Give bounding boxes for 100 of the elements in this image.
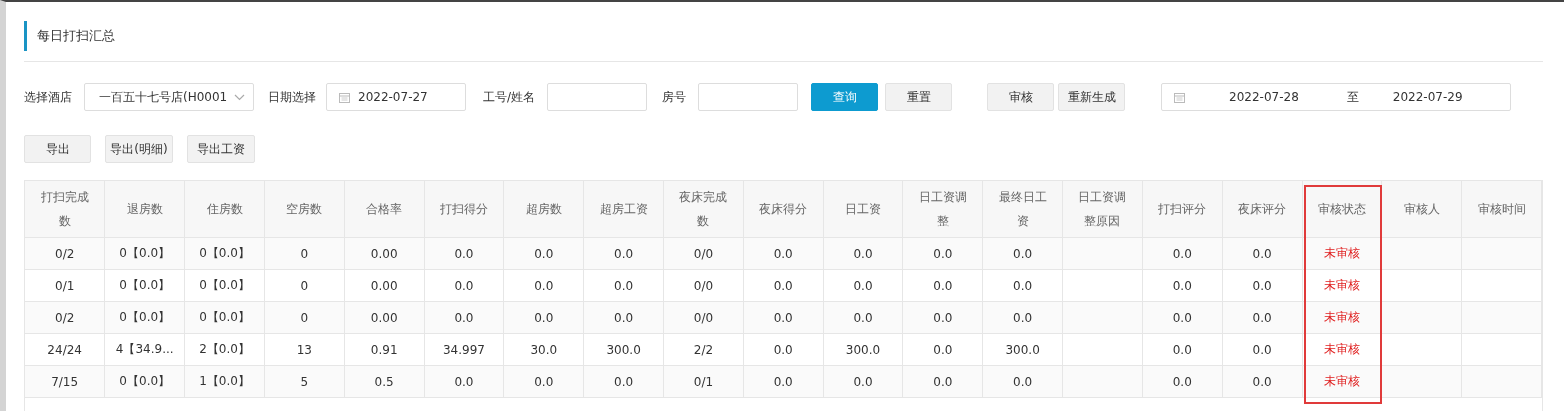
table-cell: 0.0 — [853, 246, 873, 261]
status-text: 未审核 — [1323, 342, 1360, 356]
table-cell: 0【0.0】 — [119, 278, 171, 292]
table-cell: 0.0 — [773, 374, 793, 389]
table-cell: 0.0 — [1252, 246, 1272, 261]
table-cell: 0.0 — [454, 374, 474, 389]
column-header: 打扫得分 — [439, 202, 488, 216]
column-header: 日工资调整 — [918, 190, 967, 228]
calendar-icon — [339, 91, 350, 103]
date-label: 日期选择 — [268, 88, 316, 106]
column-header: 日工资调整原因 — [1078, 190, 1127, 228]
table-cell: 1【0.0】 — [199, 374, 250, 388]
table-cell: 0.0 — [534, 374, 554, 389]
table-cell: 2/2 — [693, 342, 714, 357]
table-cell: 5 — [300, 374, 309, 389]
table-cell: 0.00 — [370, 246, 398, 261]
table-cell: 0.0 — [933, 278, 953, 293]
column-header: 夜床完成数 — [679, 190, 728, 228]
table-cell: 0.0 — [1172, 246, 1192, 261]
table-cell: 0.0 — [1013, 374, 1033, 389]
table-cell: 0.0 — [454, 246, 474, 261]
review-button[interactable]: 审核 — [987, 83, 1055, 111]
table-cell: 300.0 — [845, 342, 881, 357]
table-cell: 0.0 — [853, 374, 873, 389]
table-cell: 0/1 — [693, 374, 714, 389]
room-label: 房号 — [662, 88, 687, 106]
table-cell: 0/0 — [693, 246, 714, 261]
chevron-down-icon — [234, 93, 245, 101]
column-header: 审核时间 — [1477, 202, 1526, 216]
export-button[interactable]: 导出工资 — [187, 135, 255, 163]
status-text: 未审核 — [1323, 374, 1360, 388]
table-cell: 0/1 — [55, 278, 75, 293]
staff-input[interactable] — [547, 83, 648, 111]
table-cell: 0【0.0】 — [119, 246, 171, 260]
column-header: 审核状态 — [1317, 202, 1366, 216]
table-cell: 0.0 — [773, 310, 793, 325]
table-cell: 7/15 — [51, 374, 79, 389]
table-cell: 0.91 — [370, 342, 398, 357]
table-cell: 0.0 — [933, 374, 953, 389]
date-range-field[interactable]: 2022-07-28 至 2022-07-29 — [1161, 83, 1512, 111]
table-cell: 0.0 — [933, 246, 953, 261]
table-cell: 0.0 — [1013, 278, 1033, 293]
table-cell: 0.0 — [454, 310, 474, 325]
export-button[interactable]: 导出 — [24, 135, 91, 163]
table-cell: 0/2 — [55, 246, 75, 261]
table-cell: 0 — [300, 278, 309, 293]
table-cell: 0.0 — [1172, 342, 1192, 357]
date-field[interactable]: 2022-07-27 — [326, 83, 466, 111]
table-cell: 0.0 — [1252, 278, 1272, 293]
table-cell: 0【0.0】 — [199, 278, 250, 292]
column-header: 住房数 — [206, 202, 243, 216]
table-cell: 0【0.0】 — [119, 310, 171, 324]
column-header: 打扫评分 — [1158, 202, 1207, 216]
table-cell: 0.0 — [1252, 342, 1272, 357]
table-cell: 2【0.0】 — [199, 342, 250, 356]
table-cell: 0.0 — [614, 374, 634, 389]
room-input[interactable] — [698, 83, 799, 111]
table-cell: 0/2 — [55, 310, 75, 325]
table-cell: 0.0 — [933, 342, 953, 357]
reset-button[interactable]: 重置 — [885, 83, 953, 111]
table-cell: 0.0 — [614, 278, 634, 293]
table-cell: 0.0 — [933, 310, 953, 325]
table-cell: 0.0 — [614, 310, 634, 325]
table-cell: 0.0 — [773, 342, 793, 357]
table-cell: 0.0 — [853, 278, 873, 293]
table-cell: 0.0 — [853, 310, 873, 325]
table-cell: 0.00 — [370, 278, 398, 293]
column-header: 审核人 — [1403, 202, 1440, 216]
table-cell: 0.0 — [534, 246, 554, 261]
table-cell: 0.0 — [1013, 310, 1033, 325]
table-cell: 0.00 — [370, 310, 398, 325]
table-cell: 0 — [300, 310, 309, 325]
column-header: 最终日工资 — [998, 190, 1047, 228]
table-cell: 4【34.9... — [115, 342, 174, 356]
table-cell: 0【0.0】 — [199, 310, 250, 324]
column-header: 超房工资 — [599, 202, 648, 216]
calendar-icon — [1174, 91, 1186, 103]
table-cell: 0.0 — [534, 278, 554, 293]
hotel-label: 选择酒店 — [24, 88, 72, 106]
table-cell: 13 — [296, 342, 312, 357]
column-header: 夜床评分 — [1238, 202, 1287, 216]
export-button[interactable]: 导出(明细) — [105, 135, 173, 163]
status-text: 未审核 — [1323, 310, 1360, 324]
table-cell: 0.0 — [1013, 246, 1033, 261]
regenerate-button[interactable]: 重新生成 — [1058, 83, 1126, 111]
table-cell: 0.0 — [534, 310, 554, 325]
column-header: 空房数 — [286, 202, 323, 216]
table-cell: 24/24 — [47, 342, 82, 357]
table-cell: 0/0 — [693, 278, 714, 293]
table-cell: 0【0.0】 — [199, 246, 250, 260]
page-title: 每日打扫汇总 — [24, 21, 1543, 51]
column-header: 打扫完成数 — [40, 190, 89, 228]
column-header: 日工资 — [845, 202, 882, 216]
column-header: 超房数 — [525, 202, 562, 216]
table-cell: 0.0 — [1172, 374, 1192, 389]
table-cell: 0.0 — [1172, 310, 1192, 325]
hotel-select[interactable]: 一百五十七号店(H0001 — [84, 83, 254, 111]
column-header: 合格率 — [366, 202, 403, 216]
table-cell: 0.0 — [1252, 374, 1272, 389]
status-text: 未审核 — [1323, 246, 1360, 260]
